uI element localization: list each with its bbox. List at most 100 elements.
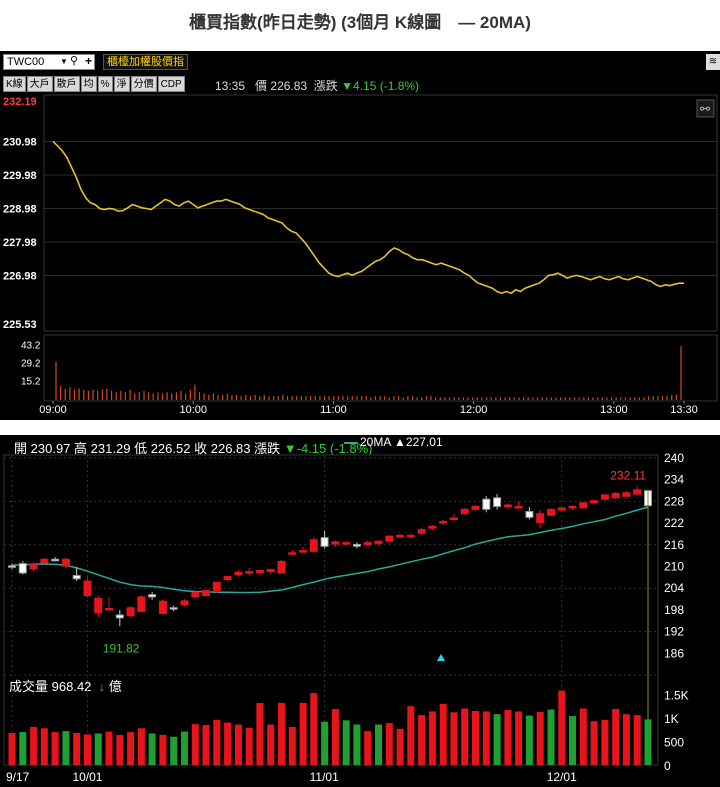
volume-bar [256,702,264,765]
volume-bar [385,723,393,765]
volume-bar [612,709,620,765]
x-tick-label: 12:00 [460,404,488,416]
volume-bar [213,719,221,765]
candle-body [169,607,178,610]
candle-body [245,571,254,574]
volume-bar [439,703,447,765]
volume-bar [310,693,318,765]
volume-bar [364,731,372,765]
candle-body [115,614,124,619]
volume-bar [278,702,285,765]
candle-body [450,517,458,520]
candle-body [309,539,318,552]
event-marker [437,654,445,661]
candle-body [180,600,189,606]
x-tick-label: 13:30 [670,404,698,416]
volume-bar [116,734,124,765]
candle-body [342,542,351,545]
y-tick-label: 228.98 [3,203,37,215]
candle-body [471,506,480,510]
volume-bar [536,711,544,765]
candle-body [277,560,286,574]
volume-tick-label: 1K [664,712,679,726]
y-tick-label: 234 [664,473,684,487]
low-annotation: 191.82 [103,641,140,655]
volume-bar [644,719,652,765]
volume-bar [40,728,48,765]
page-title: 櫃買指數(昨日走勢) (3個月 K線圖 — 20MA) [189,13,531,32]
candle-body [460,508,469,515]
volume-bar [191,724,199,765]
candle-body [590,500,599,504]
price-line [52,140,684,295]
candle-body [29,564,38,570]
candle-body [482,498,491,510]
x-tick-label: 13:00 [600,404,628,416]
x-tick-label: 11/01 [310,770,339,784]
y-tick-label: 232.19 [3,96,37,108]
candle-body [428,525,437,529]
volume-bar [461,708,469,765]
y-tick-label: 227.98 [3,237,37,249]
candle-body [137,596,146,612]
candle-body [255,570,264,574]
candle-body [18,563,27,574]
volume-tick-label: 43.2 [21,341,41,352]
candle-body [600,494,609,500]
y-tick-label: 222 [664,516,684,530]
volume-bar [159,734,167,765]
candle-body [503,504,512,507]
volume-bar [202,725,210,765]
candle-body [191,592,200,598]
daily-kline-panel: 開 230.97 高 231.29 低 226.52 收 226.83 漲跌 ▼… [0,435,720,787]
candle-body [579,502,588,509]
candle-body [202,589,210,596]
volume-tick-label: 500 [664,735,684,749]
volume-tick-label: 15.2 [21,377,41,388]
volume-bar [51,732,59,765]
candle-body [514,506,523,509]
volume-bar [105,731,113,765]
candle-body [72,575,81,580]
y-tick-label: 198 [664,603,684,617]
candle-body [266,568,275,573]
candle-body [299,550,308,553]
volume-bar [622,714,630,765]
candle-body [61,558,70,567]
ma20-line [11,506,649,594]
volume-bar [288,726,296,765]
y-tick-label: 216 [664,538,684,552]
candle-body [148,594,157,598]
volume-tick-label: 29.2 [21,359,41,370]
volume-bar [19,732,27,765]
y-tick-label: 228 [664,494,684,508]
candle-body [51,558,60,562]
candle-body [439,520,448,524]
volume-bar [450,712,458,765]
x-tick-label: 9/17 [6,770,30,784]
x-tick-label: 10/01 [72,770,102,784]
y-tick-label: 225.53 [3,319,37,331]
svg-text:⚯: ⚯ [700,102,710,116]
volume-bar [353,724,361,765]
y-tick-label: 204 [664,581,684,595]
candle-body [352,543,361,547]
intraday-panel: TWC00 ▼ ⚲ + 櫃檯加權股價指 ≋ K線 大戶 散戶 均 % 淨 分價 … [0,51,720,420]
volume-bar [633,715,641,765]
candle-body [94,597,103,614]
candle-body [396,534,405,538]
volume-bar [418,715,426,765]
volume-bar [30,726,38,765]
volume-bar [267,724,275,765]
volume-bar [569,716,576,765]
volume-bar [137,728,145,765]
volume-bar [94,733,102,765]
candle-body [234,571,243,576]
candle-body [126,607,135,617]
y-tick-label: 230.98 [3,137,37,149]
candle-body [385,535,394,542]
candle-body [417,529,426,534]
volume-bar [590,721,598,765]
link-icon[interactable]: ⚯ [696,99,715,118]
candle-body [363,542,372,546]
